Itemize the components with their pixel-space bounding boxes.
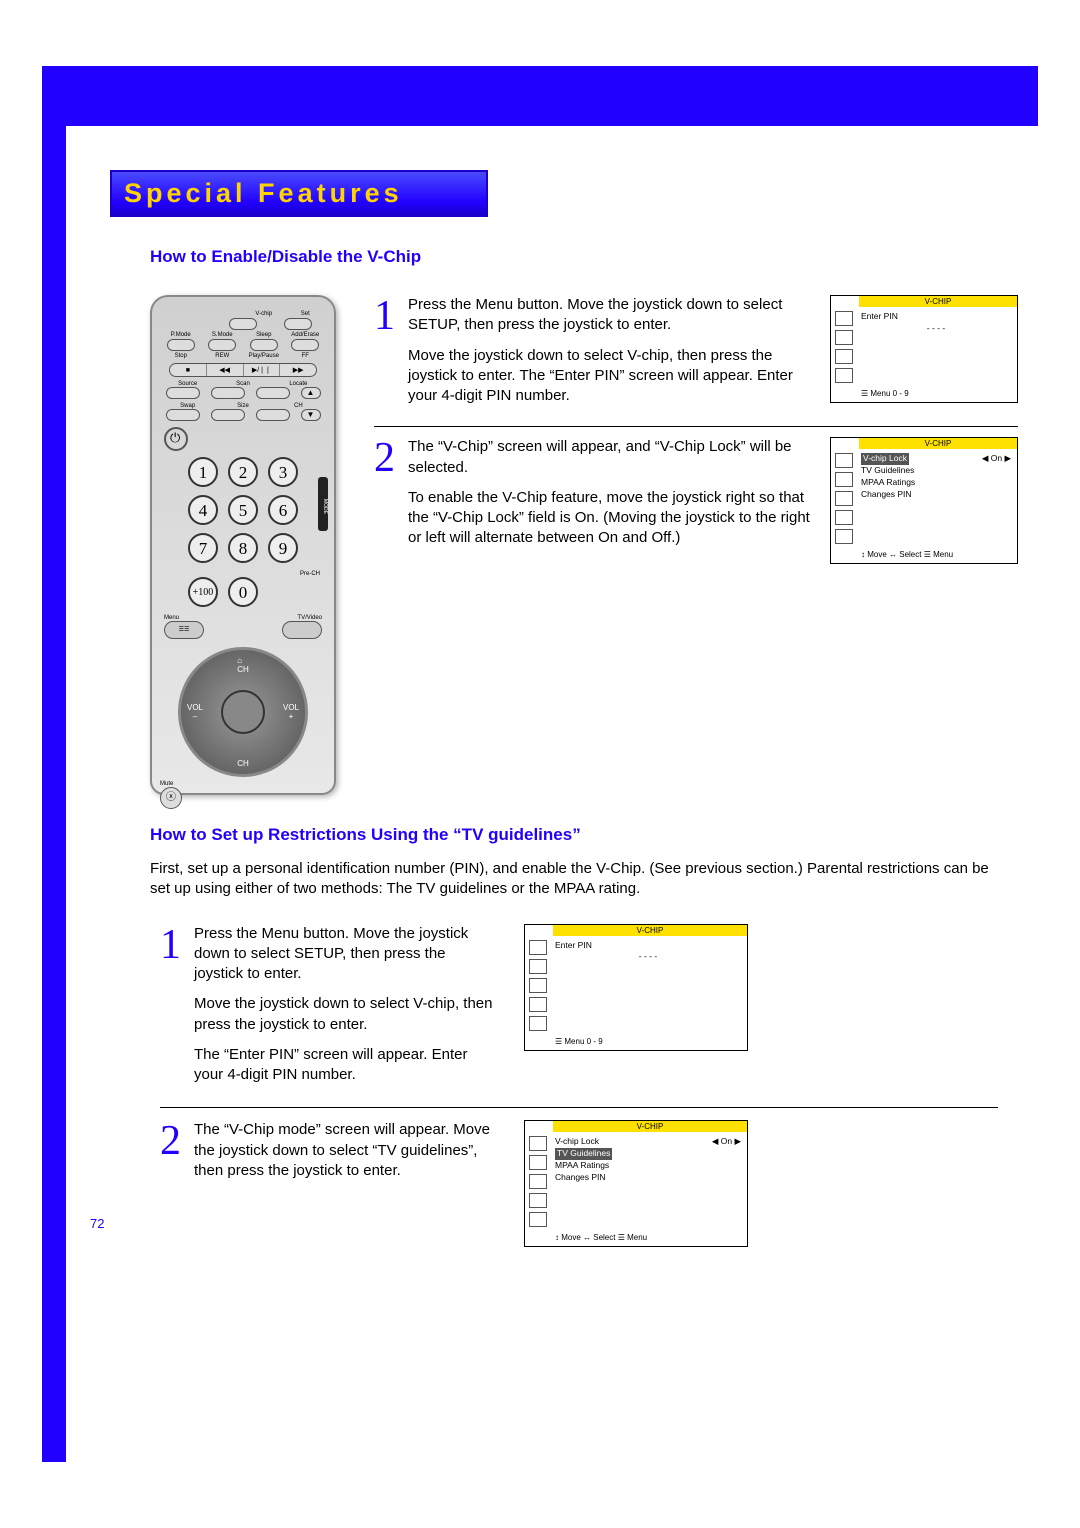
- s2-step-1: 1 Press the Menu button. Move the joysti…: [160, 924, 998, 1109]
- power-icon: [164, 427, 188, 451]
- subheading-vchip-enable: How to Enable/Disable the V-Chip: [150, 247, 1038, 267]
- osd-screenshot: V-CHIP Enter PIN - - - - ☰ Menu 0 - 9: [830, 295, 1018, 403]
- step-text: The “V-Chip” screen will appear, and “V-…: [408, 437, 822, 478]
- step-text: Move the joystick down to select V-chip,…: [408, 346, 822, 407]
- step-text: Press the Menu button. Move the joystick…: [194, 924, 494, 985]
- s1-step-2: 2 The “V-Chip” screen will appear, and “…: [374, 437, 1018, 574]
- step-text: The “Enter PIN” screen will appear. Ente…: [194, 1045, 494, 1086]
- step-number: 1: [160, 924, 184, 966]
- step-number: 1: [374, 295, 400, 337]
- step-text: To enable the V-Chip feature, move the j…: [408, 488, 822, 549]
- joystick-icon: ⌂CH CH VOL – VOL +: [178, 647, 308, 777]
- page-number: 72: [90, 1216, 104, 1231]
- step-text: Move the joystick down to select V-chip,…: [194, 994, 494, 1035]
- osd-screenshot: V-CHIP Enter PIN - - - - ☰ Menu 0 - 9: [524, 924, 748, 1051]
- step-text: Press the Menu button. Move the joystick…: [408, 295, 822, 336]
- section-title: Special Features: [124, 178, 474, 209]
- osd-screenshot: V-CHIP V-chip Lock◀ On ▶ TV Guidelines M…: [830, 437, 1018, 564]
- subheading-tv-guidelines: How to Set up Restrictions Using the “TV…: [150, 825, 1038, 845]
- section-header-bar: Special Features: [110, 170, 488, 217]
- step-number: 2: [160, 1120, 184, 1162]
- s2-step-2: 2 The “V-Chip mode” screen will appear. …: [160, 1120, 998, 1259]
- step-text: The “V-Chip mode” screen will appear. Mo…: [194, 1120, 494, 1181]
- remote-illustration: V-chip Set P.ModeS.Mode SleepAdd/Erase S…: [150, 295, 336, 795]
- s1-step-1: 1 Press the Menu button. Move the joysti…: [374, 295, 1018, 427]
- osd-screenshot: V-CHIP V-chip Lock◀ On ▶ TV Guidelines M…: [524, 1120, 748, 1247]
- step-number: 2: [374, 437, 400, 479]
- intro-paragraph: First, set up a personal identification …: [150, 859, 998, 900]
